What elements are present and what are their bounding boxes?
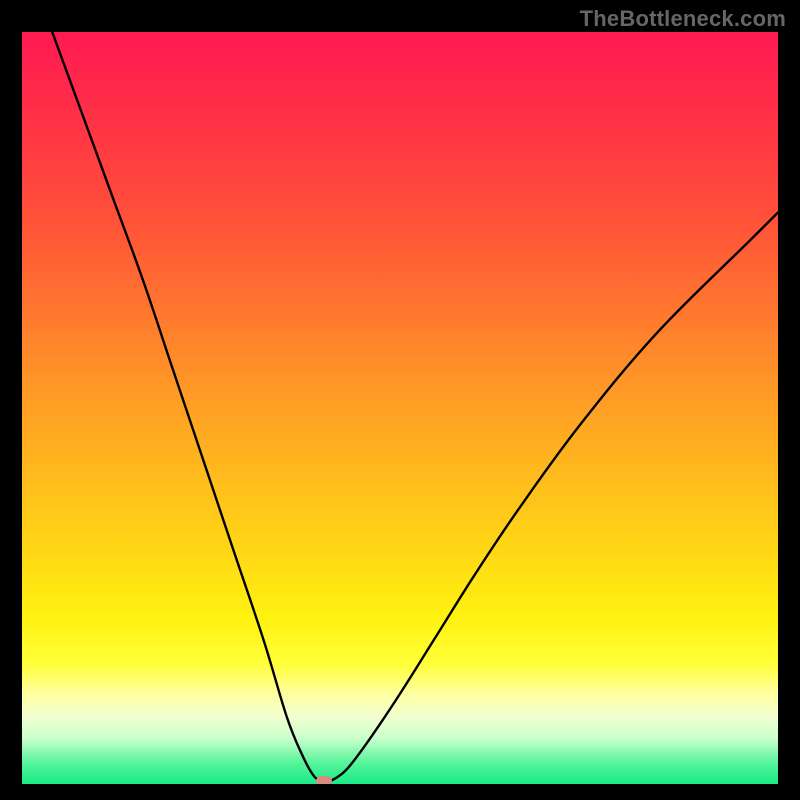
chart-frame: TheBottleneck.com bbox=[0, 0, 800, 800]
bottleneck-point-marker bbox=[316, 776, 332, 784]
bottleneck-curve bbox=[22, 32, 778, 784]
plot-area bbox=[22, 32, 778, 784]
watermark-label: TheBottleneck.com bbox=[580, 6, 786, 32]
